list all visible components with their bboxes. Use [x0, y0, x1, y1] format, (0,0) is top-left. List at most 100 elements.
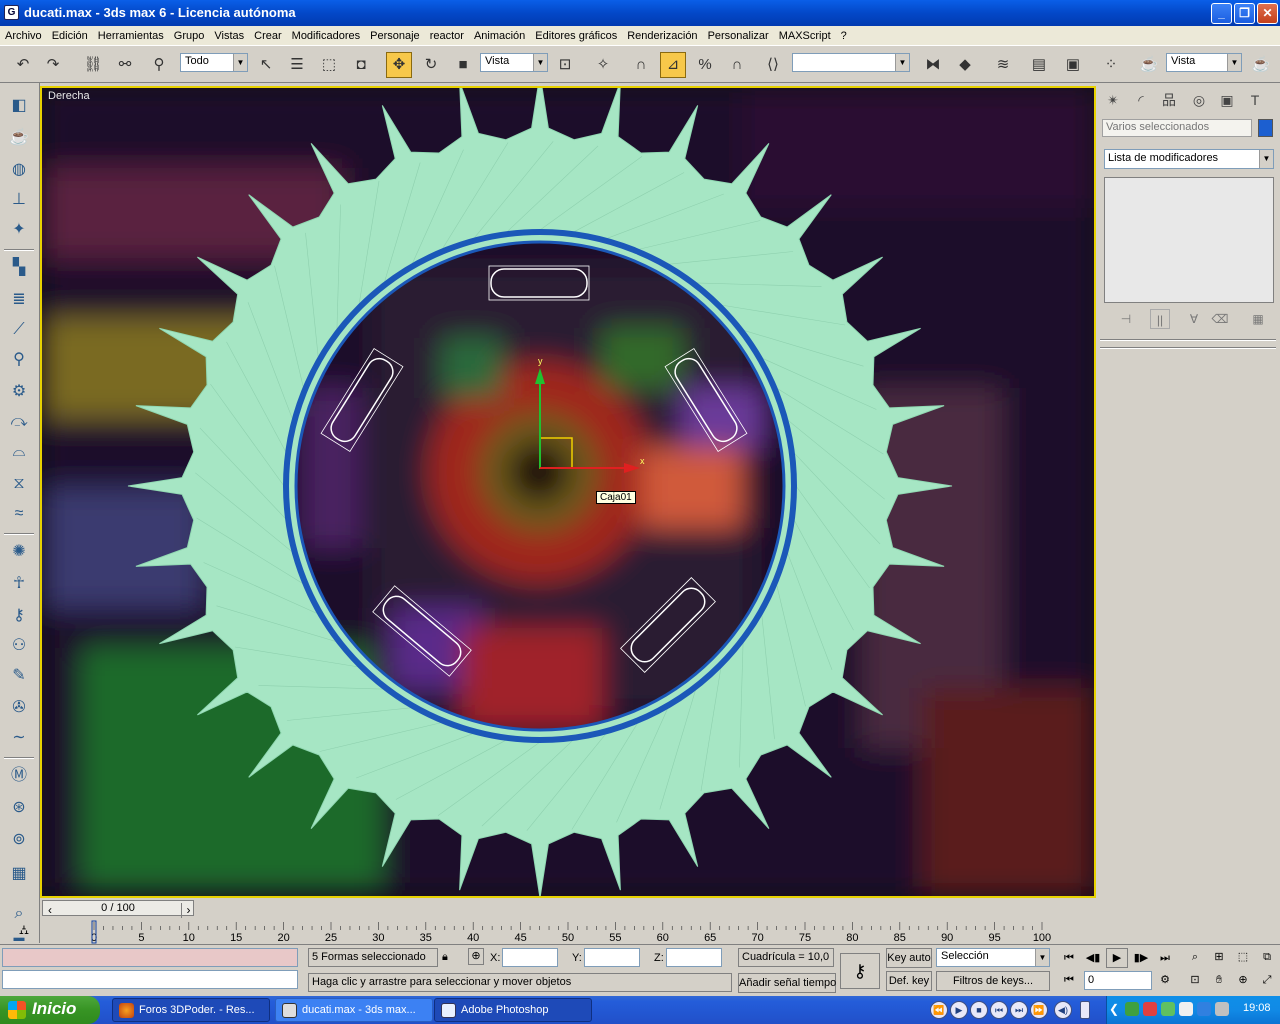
reference-coord-combo[interactable]: Vista ▼	[480, 53, 548, 72]
y-coordinate-field[interactable]	[584, 948, 640, 967]
next-frame-icon[interactable]: ▮▶	[1130, 949, 1152, 969]
maximize-viewport-icon[interactable]: ⤢	[1256, 971, 1278, 991]
track-bar[interactable]: ⛼ 0 5 10 15 20 25 30 35 40 45 50 55 60 65 70 75 80 85 90 95…	[19, 918, 1098, 944]
menu-item-11[interactable]: Renderización	[622, 30, 702, 42]
play-icon[interactable]: ▶	[1106, 948, 1128, 968]
play-icon[interactable]: ▶	[950, 1001, 968, 1019]
security-icon[interactable]	[1143, 1002, 1157, 1016]
scale-icon[interactable]: ■	[450, 52, 476, 78]
display-tab-icon[interactable]: ▣	[1214, 89, 1240, 113]
modifier-stack[interactable]	[1104, 177, 1274, 303]
key-auto-button[interactable]: Key auto	[886, 948, 932, 968]
menu-item-7[interactable]: Personaje	[365, 30, 425, 42]
tray-expand-icon[interactable]: ❮	[1109, 1002, 1119, 1016]
biped-icon[interactable]: ☥	[6, 571, 32, 597]
render-scene-icon[interactable]: ☕	[1136, 52, 1162, 78]
menu-item-5[interactable]: Crear	[249, 30, 287, 42]
maxscript-listener-white[interactable]	[2, 970, 298, 989]
z-coordinate-field[interactable]	[666, 948, 722, 967]
key-mode-toggle-icon[interactable]: ⏮	[1058, 971, 1080, 991]
menu-item-1[interactable]: Edición	[47, 30, 93, 42]
menu-item-13[interactable]: MAXScript	[774, 30, 836, 42]
key-filters-button[interactable]: Filtros de keys...	[936, 971, 1050, 991]
particles-icon[interactable]: ✺	[6, 539, 32, 565]
plane-icon[interactable]: ⊥	[6, 187, 32, 213]
teapot-icon[interactable]: ☕	[6, 125, 32, 151]
stop-icon[interactable]: ■	[970, 1001, 988, 1019]
percent-snap-icon[interactable]: %	[692, 52, 718, 78]
taper-icon[interactable]: ⌓	[6, 439, 32, 465]
bevel-icon[interactable]: ⟋	[6, 317, 32, 343]
time-slider[interactable]: ‹ 0 / 100 ›	[40, 898, 1098, 919]
motion-tab-icon[interactable]: ◎	[1186, 89, 1212, 113]
chevron-left-icon[interactable]: ‹	[43, 903, 57, 919]
box-icon[interactable]: ◧	[6, 93, 32, 119]
tray-app-2-icon[interactable]	[1197, 1002, 1211, 1016]
rotate-icon[interactable]: ↻	[418, 52, 444, 78]
volume-slider[interactable]	[1080, 1001, 1090, 1019]
current-frame-field[interactable]: 0	[1084, 971, 1152, 990]
set-key-icon[interactable]: ⚷	[840, 953, 880, 989]
helper-icon[interactable]: ✇	[6, 695, 32, 721]
snap-toggle-icon[interactable]: ∩	[628, 52, 654, 78]
viewport-canvas[interactable]: y x	[42, 88, 1094, 896]
menu-item-9[interactable]: Animación	[469, 30, 530, 42]
zoom-extents-icon[interactable]: ⬚	[1232, 948, 1254, 968]
viewport-label[interactable]: Derecha	[48, 90, 90, 102]
twist-icon[interactable]: ⧖	[6, 471, 32, 497]
move-icon[interactable]: ✥	[386, 52, 412, 78]
wave-icon[interactable]: ≈	[6, 501, 32, 527]
messenger-icon[interactable]	[1161, 1002, 1175, 1016]
object-color-swatch[interactable]	[1258, 119, 1273, 137]
named-selection-combo[interactable]: ▼	[792, 53, 910, 72]
next-icon[interactable]: ⏭	[1010, 1001, 1028, 1019]
unlink-icon[interactable]: ⚯	[112, 52, 138, 78]
mirror-icon[interactable]: ⧓	[920, 52, 946, 78]
select-by-name-icon[interactable]: ☰	[284, 52, 310, 78]
material-sphere-icon[interactable]: ⊛	[6, 795, 32, 821]
lathe-icon[interactable]: ⚲	[6, 347, 32, 373]
volume-tray-icon[interactable]	[1215, 1002, 1229, 1016]
make-unique-icon[interactable]: ∀	[1184, 309, 1204, 329]
task-3dsmax[interactable]: ducati.max - 3ds max...	[275, 998, 433, 1022]
bones-icon[interactable]: ⚷	[6, 603, 32, 629]
utilities-tab-icon[interactable]: T	[1242, 89, 1268, 113]
maximize-button[interactable]: ❐	[1234, 3, 1255, 24]
fast-forward-icon[interactable]: ⏩	[1030, 1001, 1048, 1019]
bend-icon[interactable]: ⤼	[6, 409, 32, 435]
menu-item-12[interactable]: Personalizar	[703, 30, 774, 42]
region-zoom-icon[interactable]: ⊡	[1184, 971, 1206, 991]
time-slider-thumb[interactable]: ‹ 0 / 100 ›	[42, 900, 194, 919]
quick-render-icon[interactable]: ☕	[1248, 52, 1274, 78]
menu-item-14[interactable]: ?	[836, 30, 852, 42]
menu-item-2[interactable]: Herramientas	[93, 30, 169, 42]
rectangular-selection-icon[interactable]: ⬚	[316, 52, 342, 78]
configure-sets-icon[interactable]: ▦	[1248, 309, 1268, 329]
absolute-mode-icon[interactable]: ⊕	[468, 948, 484, 965]
modifier-list-combo[interactable]: Lista de modificadores ▼	[1104, 149, 1274, 169]
maxscript-listener-pink[interactable]	[2, 948, 298, 967]
light-icon[interactable]: ✎	[6, 663, 32, 689]
def-key-button[interactable]: Def. key	[886, 971, 932, 991]
go-to-end-icon[interactable]: ⏭	[1154, 949, 1176, 969]
spinner-snap-icon[interactable]: ∩	[724, 52, 750, 78]
redo-icon[interactable]: ↷	[40, 52, 66, 78]
track-view-icon[interactable]: ▤	[1026, 52, 1052, 78]
bind-space-warp-icon[interactable]: ⚲	[146, 52, 172, 78]
volume-icon[interactable]: ◀)	[1054, 1001, 1072, 1019]
menu-item-3[interactable]: Grupo	[169, 30, 210, 42]
material-editor-icon[interactable]: ⁘	[1098, 52, 1124, 78]
previous-frame-icon[interactable]: ◀▮	[1082, 949, 1104, 969]
arc-rotate-icon[interactable]: ⊕	[1232, 971, 1254, 991]
spacewarp-icon[interactable]: ∼	[6, 725, 32, 751]
schematic-view-icon[interactable]: ▣	[1060, 52, 1086, 78]
material-map-icon[interactable]: ⊚	[6, 827, 32, 853]
render-view-combo[interactable]: Vista ▼	[1166, 53, 1242, 72]
edit-named-selection-icon[interactable]: ⟨⟩	[760, 52, 786, 78]
shapes-icon[interactable]: ▚	[6, 255, 32, 281]
network-icon[interactable]	[1125, 1002, 1139, 1016]
manipulate-icon[interactable]: ✧	[590, 52, 616, 78]
x-coordinate-field[interactable]	[502, 948, 558, 967]
zoom-all-icon[interactable]: ⊞	[1208, 948, 1230, 968]
layer-manager-icon[interactable]: ≋	[990, 52, 1016, 78]
